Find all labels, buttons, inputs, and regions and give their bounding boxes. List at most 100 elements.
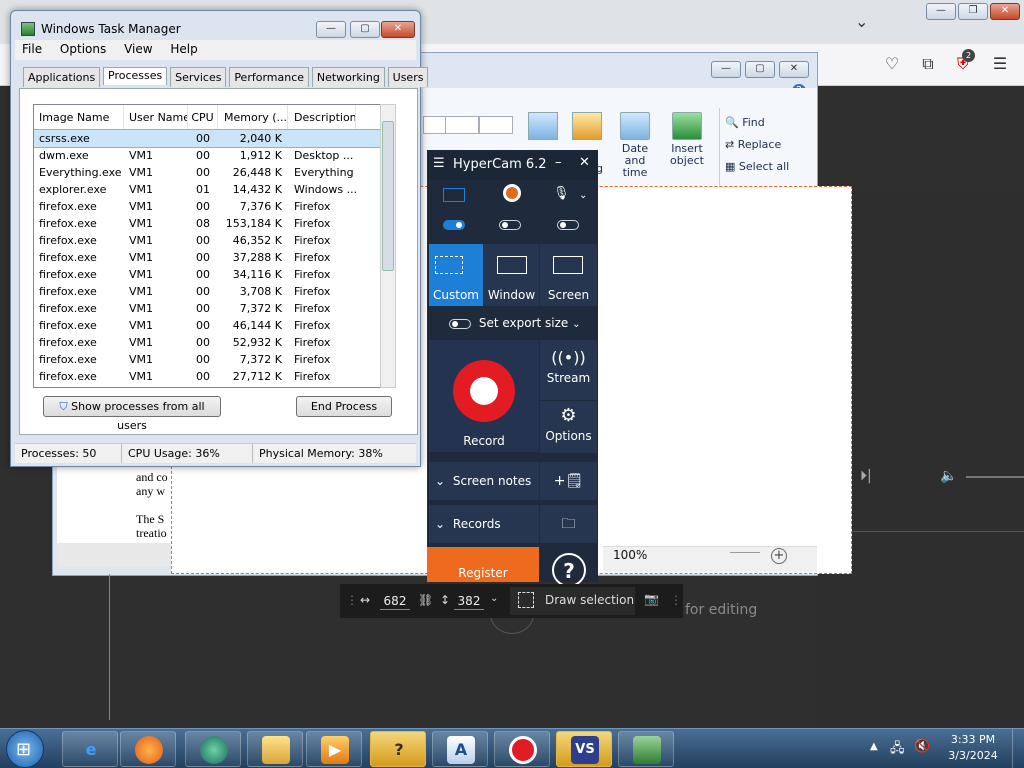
- folder-icon[interactable]: 🗀: [540, 505, 597, 543]
- process-list-scrollbar[interactable]: [380, 104, 396, 388]
- show-all-processes-button[interactable]: ⛉ Show processes from all users: [43, 396, 221, 432]
- size-dropdown-icon[interactable]: ⌄: [490, 593, 498, 604]
- find-button[interactable]: 🔍 Find: [725, 112, 789, 134]
- network-icon[interactable]: 🖧: [890, 739, 905, 761]
- register-button[interactable]: Register: [427, 547, 539, 582]
- taskbar-visual-studio[interactable]: VS: [556, 731, 612, 767]
- hypercam-close-icon[interactable]: ✕: [579, 155, 590, 170]
- replace-button[interactable]: ⇄ Replace: [725, 134, 789, 156]
- mode-custom-button[interactable]: Custom: [429, 244, 483, 306]
- table-row[interactable]: firefox.exe VM1 00 7,372 K Firefox: [34, 300, 380, 317]
- show-hidden-icons[interactable]: ▲: [870, 741, 878, 752]
- document-page[interactable]: and co any w The S treatio: [57, 463, 177, 543]
- col-description[interactable]: Description: [288, 105, 356, 129]
- taskbar-app-green[interactable]: [185, 731, 241, 767]
- date-time-button[interactable]: Date and time: [610, 112, 660, 179]
- browser-minimize-button[interactable]: —: [926, 3, 956, 20]
- start-button[interactable]: ⊞: [6, 730, 44, 768]
- menu-options[interactable]: Options: [53, 40, 113, 58]
- height-input[interactable]: 382: [454, 592, 484, 610]
- line-spacing-icon[interactable]: [479, 116, 513, 134]
- link-aspect-icon[interactable]: ⛓: [418, 593, 433, 607]
- extensions-icon[interactable]: ⧉: [917, 53, 939, 75]
- taskbar-help-app[interactable]: ?: [370, 731, 426, 767]
- drag-handle-right-icon[interactable]: ⋮: [670, 593, 682, 607]
- screen-toggle[interactable]: [443, 220, 465, 230]
- menu-hamburger-icon[interactable]: ☰: [989, 53, 1011, 75]
- insert-object-button[interactable]: Insert object: [662, 112, 712, 167]
- table-row[interactable]: firefox.exe VM1 00 37,288 K Firefox: [34, 249, 380, 266]
- table-row[interactable]: explorer.exe VM1 01 14,432 K Windows ...: [34, 181, 380, 198]
- browser-restore-button[interactable]: ❐: [958, 3, 988, 20]
- table-row[interactable]: firefox.exe VM1 00 3,708 K Firefox: [34, 283, 380, 300]
- taskbar-hypercam[interactable]: [494, 731, 550, 767]
- volume-icon[interactable]: 🔈: [940, 468, 957, 484]
- add-note-icon[interactable]: +🗒: [540, 462, 597, 500]
- table-row[interactable]: firefox.exe VM1 00 27,712 K Firefox: [34, 368, 380, 385]
- tab-performance[interactable]: Performance: [229, 67, 310, 87]
- mic-dropdown-icon[interactable]: ⌄: [579, 190, 587, 201]
- col-user-name[interactable]: User Name: [124, 105, 188, 129]
- table-row[interactable]: firefox.exe VM1 00 52,932 K Firefox: [34, 334, 380, 351]
- width-input[interactable]: 682: [380, 592, 410, 610]
- volume-slider[interactable]: [966, 476, 1024, 478]
- table-row[interactable]: csrss.exe 00 2,040 K: [34, 129, 380, 148]
- screen-source-icon[interactable]: [443, 188, 465, 202]
- export-size-toggle-row[interactable]: Set export size ⌄: [449, 316, 581, 330]
- zoom-slider[interactable]: [730, 552, 760, 553]
- menu-help[interactable]: Help: [163, 40, 204, 58]
- table-row[interactable]: Everything.exe VM1 00 26,448 K Everything: [34, 164, 380, 181]
- picture-icon[interactable]: [528, 112, 558, 140]
- drag-handle-icon[interactable]: ⋮: [346, 593, 358, 607]
- next-frame-icon[interactable]: ⏵|: [860, 468, 872, 484]
- taskbar-ie[interactable]: e: [62, 731, 118, 767]
- taskbar-wordpad[interactable]: A: [432, 731, 488, 767]
- list-icon[interactable]: [445, 116, 479, 134]
- webcam-toggle[interactable]: [499, 220, 521, 230]
- tm-close-button[interactable]: ✕: [381, 21, 415, 38]
- record-button[interactable]: [453, 360, 515, 422]
- tab-processes[interactable]: Processes: [103, 67, 168, 85]
- tm-minimize-button[interactable]: —: [316, 21, 346, 38]
- table-row[interactable]: firefox.exe VM1 00 46,144 K Firefox: [34, 317, 380, 334]
- volume-muted-icon[interactable]: 🔇: [914, 739, 930, 754]
- process-list[interactable]: Image Name User Name CPU Memory (... Des…: [33, 104, 381, 388]
- taskbar-task-manager[interactable]: [618, 731, 674, 767]
- menu-file[interactable]: File: [15, 40, 49, 58]
- mode-window-button[interactable]: Window: [484, 244, 539, 306]
- mode-screen-button[interactable]: Screen: [540, 244, 597, 306]
- table-row[interactable]: firefox.exe VM1 00 34,116 K Firefox: [34, 266, 380, 283]
- taskbar-explorer[interactable]: [247, 731, 303, 767]
- list-tabs-chevron-icon[interactable]: ⌄: [855, 12, 875, 32]
- table-row[interactable]: firefox.exe VM1 00 46,352 K Firefox: [34, 232, 380, 249]
- taskbar-clock[interactable]: 3:33 PM 3/3/2024: [938, 732, 1008, 764]
- tab-networking[interactable]: Networking: [311, 67, 385, 87]
- records-row[interactable]: ⌄ Records: [429, 505, 539, 543]
- camera-icon[interactable]: 📷: [644, 592, 659, 606]
- pocket-icon[interactable]: ♡: [881, 53, 903, 75]
- end-process-button[interactable]: End Process: [296, 396, 392, 417]
- screen-notes-row[interactable]: ⌄ Screen notes: [429, 462, 539, 500]
- help-circle-icon[interactable]: ?: [552, 553, 586, 587]
- app-close-button[interactable]: ✕: [779, 61, 809, 78]
- menu-view[interactable]: View: [117, 40, 159, 58]
- tab-services[interactable]: Services: [170, 67, 227, 87]
- scrollbar-thumb[interactable]: [382, 121, 394, 271]
- app-maximize-button[interactable]: ▢: [745, 61, 775, 78]
- tab-applications[interactable]: Applications: [23, 67, 101, 87]
- tab-users[interactable]: Users: [387, 67, 429, 87]
- col-memory[interactable]: Memory (...: [218, 105, 288, 129]
- draw-selection-button[interactable]: Draw selection: [510, 587, 635, 615]
- browser-close-button[interactable]: ✕: [990, 3, 1020, 20]
- tm-maximize-button[interactable]: ▢: [350, 21, 380, 38]
- taskbar-media-player[interactable]: ▶: [306, 731, 362, 767]
- zoom-in-icon[interactable]: +: [771, 548, 787, 564]
- app-minimize-button[interactable]: —: [711, 61, 741, 78]
- table-row[interactable]: firefox.exe VM1 08 153,184 K Firefox: [34, 215, 380, 232]
- table-row[interactable]: firefox.exe VM1 00 7,376 K Firefox: [34, 198, 380, 215]
- taskbar-firefox[interactable]: [120, 731, 176, 767]
- col-image-name[interactable]: Image Name: [34, 105, 124, 129]
- col-cpu[interactable]: CPU: [188, 105, 218, 129]
- webcam-icon[interactable]: [503, 184, 521, 202]
- stream-button[interactable]: ((•)) Stream: [540, 340, 597, 400]
